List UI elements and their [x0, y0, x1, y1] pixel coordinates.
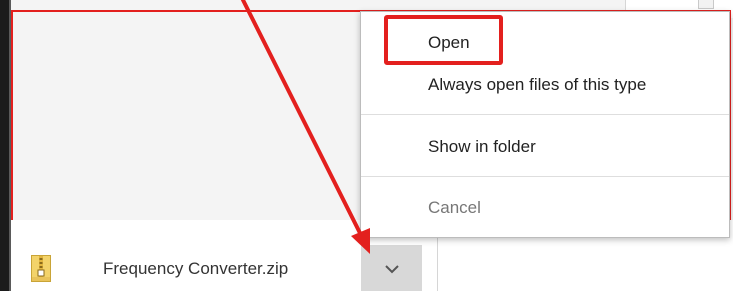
zip-archive-icon	[31, 255, 51, 282]
menu-item-open[interactable]: Open	[361, 28, 729, 58]
menu-item-always-open[interactable]: Always open files of this type	[361, 70, 729, 100]
menu-item-show-in-folder-label: Show in folder	[428, 137, 536, 156]
menu-item-show-in-folder[interactable]: Show in folder	[361, 132, 729, 162]
download-file-name[interactable]: Frequency Converter.zip	[103, 259, 288, 279]
page-corner-icon	[698, 0, 714, 9]
window-edge	[0, 0, 9, 291]
menu-item-cancel[interactable]: Cancel	[361, 193, 729, 223]
download-context-menu: Open Always open files of this type Show…	[360, 11, 730, 238]
menu-item-always-open-label: Always open files of this type	[428, 75, 647, 94]
menu-separator	[361, 114, 729, 115]
menu-separator	[361, 176, 729, 177]
chevron-down-icon	[385, 265, 399, 274]
screenshot-stage: Frequency Converter.zip Open Always open…	[0, 0, 733, 291]
menu-item-cancel-label: Cancel	[428, 198, 481, 217]
download-options-button[interactable]	[361, 245, 422, 291]
menu-item-open-label: Open	[428, 33, 470, 52]
